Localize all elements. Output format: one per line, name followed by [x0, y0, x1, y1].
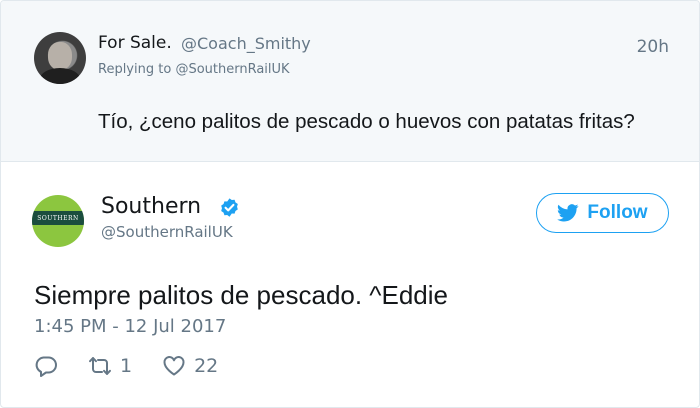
- reply-icon: [35, 356, 57, 377]
- avatar-shirt: [40, 68, 80, 84]
- retweet-icon: [89, 357, 111, 375]
- main-tweet-timestamp[interactable]: 1:45 PM - 12 Jul 2017: [34, 316, 226, 337]
- tweet-embed-card: For Sale. @Coach_Smithy 20h Replying to …: [0, 0, 700, 408]
- follow-button[interactable]: Follow: [536, 193, 669, 233]
- main-handle[interactable]: @SouthernRailUK: [101, 223, 233, 241]
- reply-action[interactable]: [34, 354, 58, 378]
- avatar-face: [48, 42, 72, 70]
- verified-badge-icon: [221, 198, 238, 217]
- like-icon: [163, 356, 185, 376]
- retweet-count: 1: [120, 355, 133, 377]
- like-count: 22: [194, 355, 219, 377]
- parent-display-name[interactable]: For Sale.: [98, 33, 172, 53]
- tweet-actions: 1 22: [34, 352, 248, 380]
- main-tweet-text: Siempre palitos de pescado. ^Eddie: [34, 280, 449, 310]
- logo-band: SOUTHERN: [32, 211, 84, 225]
- parent-tweet-text: Tío, ¿ceno palitos de pescado o huevos c…: [98, 110, 635, 133]
- parent-tweet[interactable]: For Sale. @Coach_Smithy 20h Replying to …: [1, 1, 699, 162]
- parent-avatar[interactable]: [34, 32, 86, 84]
- parent-handle[interactable]: @Coach_Smithy: [181, 34, 311, 53]
- replying-to-handle[interactable]: @SouthernRailUK: [175, 62, 289, 77]
- like-action[interactable]: 22: [162, 354, 218, 378]
- replying-to-label: Replying to: [98, 62, 172, 77]
- retweet-action[interactable]: 1: [88, 354, 132, 378]
- main-display-name[interactable]: Southern: [101, 194, 201, 219]
- southern-logo-avatar[interactable]: SOUTHERN: [32, 195, 84, 247]
- replying-to-line: Replying to @SouthernRailUK: [98, 62, 290, 77]
- follow-label: Follow: [587, 202, 648, 223]
- twitter-bird-icon: [557, 204, 579, 222]
- parent-timestamp[interactable]: 20h: [637, 37, 669, 57]
